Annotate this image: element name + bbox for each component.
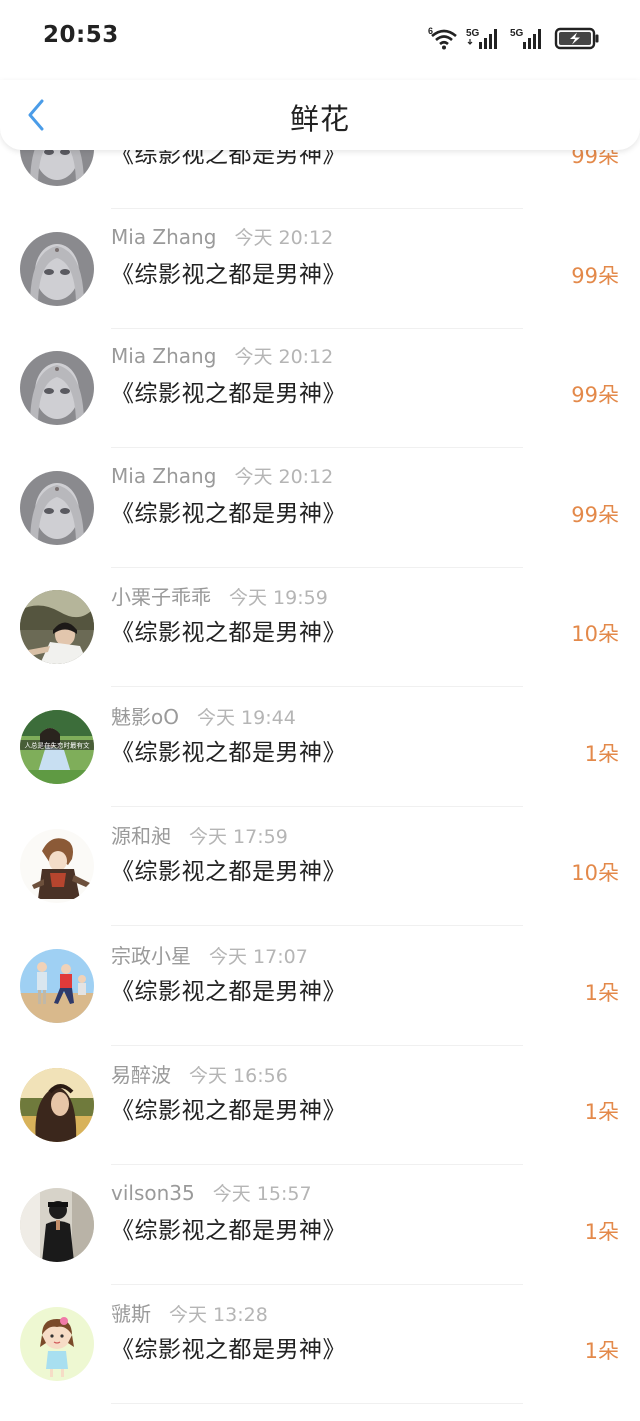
book-title[interactable]: 《综影视之都是男神》 [111,733,346,767]
user-info-line: 易醉波 今天 16:56 [111,1059,288,1088]
gift-list-item[interactable]: Mia Zhang 今天 20:12 《综影视之都是男神》 99朵 [0,187,640,329]
user-info-line: 小栗子乖乖 今天 19:59 [111,581,328,610]
signal-5g-icon-2: 5G [510,28,541,49]
user-avatar[interactable] [20,470,94,545]
gift-time: 今天 15:57 [212,1182,312,1205]
gift-list-item[interactable]: 小栗子乖乖 今天 19:59 《综影视之都是男神》 10朵 [0,545,640,687]
user-name[interactable]: Mia Zhang [111,344,216,368]
gift-time: 今天 13:28 [169,1304,268,1326]
svg-text:5G: 5G [510,28,524,39]
user-name[interactable]: vilson35 [111,1181,195,1205]
svg-text:人总是在失恋时最有文: 人总是在失恋时最有文 [25,740,91,749]
user-avatar[interactable] [20,590,94,664]
book-title[interactable]: 《综影视之都是男神》 [111,255,346,289]
user-name[interactable]: 源和昶 [111,824,171,848]
user-info-line: Mia Zhang 今天 20:12 [111,342,333,369]
page-header: 鲜花 [0,80,640,150]
signal-5g-icon: 5G [466,28,497,49]
flower-count: 99朵 [571,263,619,288]
book-title[interactable]: 《综影视之都是男神》 [111,1211,346,1245]
book-title[interactable]: 《综影视之都是男神》 [111,972,346,1006]
gift-time: 今天 16:56 [189,1065,288,1087]
status-time: 20:53 [43,22,119,48]
user-name[interactable]: 宗政小星 [111,944,191,968]
flower-count: 99朵 [571,150,619,168]
gift-list-item[interactable]: 人总是在失恋时最有文 魅影oO 今天 19:44 《综影视之都是男神》 1朵 [0,665,640,807]
user-info-line: 虢斯 今天 13:28 [111,1298,268,1327]
gift-time: 今天 19:44 [196,706,296,729]
gift-list-item[interactable]: 易醉波 今天 16:56 《综影视之都是男神》 1朵 [0,1023,640,1165]
page-title: 鲜花 [289,102,350,136]
flower-count: 10朵 [571,861,619,885]
wifi-icon: 6 [428,26,457,50]
flower-count: 1朵 [584,741,619,766]
user-avatar[interactable] [20,948,94,1023]
flower-count: 1朵 [584,1219,619,1244]
user-name[interactable]: Mia Zhang [111,464,216,488]
book-title[interactable]: 《综影视之都是男神》 [111,852,346,886]
status-bar: 20:53 6 5G 5G [0,0,640,80]
user-avatar[interactable] [20,829,94,903]
user-avatar[interactable] [20,1187,94,1262]
gift-list-item[interactable]: Mia Zhang 今天 20:12 《综影视之都是男神》 99朵 [0,426,640,568]
user-name[interactable]: 魅影oO [111,705,179,729]
gift-list-item[interactable]: 宗政小星 今天 17:07 《综影视之都是男神》 1朵 [0,904,640,1046]
user-info-line: Mia Zhang 今天 20:12 [111,223,333,250]
gift-time: 今天 19:59 [229,587,328,609]
flower-count: 10朵 [571,622,619,646]
book-title[interactable]: 《综影视之都是男神》 [111,150,346,169]
gift-time: 今天 20:12 [234,465,334,488]
gift-list-item[interactable]: 《综影视之都是男神》 99朵 [0,150,640,209]
user-avatar[interactable] [20,1307,94,1381]
book-title[interactable]: 《综影视之都是男神》 [111,374,346,408]
gift-time: 今天 20:12 [234,226,334,249]
user-info-line: 源和昶 今天 17:59 [111,820,288,849]
gift-time: 今天 20:12 [234,346,334,368]
flower-count: 99朵 [571,383,619,407]
user-info-line: vilson35 今天 15:57 [111,1179,312,1206]
battery-charging-icon [554,27,599,50]
user-info-line: Mia Zhang 今天 20:12 [111,462,333,489]
user-avatar[interactable]: 人总是在失恋时最有文 [20,709,94,784]
gift-list-item[interactable]: vilson35 今天 15:57 《综影视之都是男神》 1朵 [0,1143,640,1285]
user-name[interactable]: Mia Zhang [111,225,216,249]
book-title[interactable]: 《综影视之都是男神》 [111,613,346,647]
user-avatar[interactable] [20,150,94,186]
system-icons: 6 5G 5G [428,24,600,52]
gift-time: 今天 17:59 [189,826,288,848]
user-avatar[interactable] [20,231,94,306]
user-info-line: 魅影oO 今天 19:44 [111,701,296,730]
gift-list-item[interactable]: 源和昶 今天 17:59 《综影视之都是男神》 10朵 [0,784,640,926]
flower-count: 1朵 [584,980,619,1005]
book-title[interactable]: 《综影视之都是男神》 [111,494,346,528]
flower-count: 99朵 [571,502,619,527]
user-info-line: 宗政小星 今天 17:07 [111,940,308,969]
flower-count: 1朵 [584,1339,619,1363]
user-name[interactable]: 易醉波 [111,1063,171,1087]
flower-count: 1朵 [584,1100,619,1124]
row-divider [111,1403,523,1404]
svg-text:5G: 5G [466,28,480,39]
book-title[interactable]: 《综影视之都是男神》 [111,1330,346,1364]
book-title[interactable]: 《综影视之都是男神》 [111,1091,346,1125]
user-avatar[interactable] [20,1068,94,1142]
gift-time: 今天 17:07 [209,945,308,968]
user-name[interactable]: 小栗子乖乖 [111,585,211,609]
gift-list-item[interactable]: 虢斯 今天 13:28 《综影视之都是男神》 1朵 [0,1262,640,1404]
flower-gift-list[interactable]: 《综影视之都是男神》 99朵 Mia Zhang 今天 20:12 《综影视之都是男神》… [0,150,640,1421]
gift-list-item[interactable]: Mia Zhang 今天 20:12 《综影视之都是男神》 99朵 [0,306,640,448]
user-name[interactable]: 虢斯 [111,1302,151,1326]
user-avatar[interactable] [20,351,94,425]
